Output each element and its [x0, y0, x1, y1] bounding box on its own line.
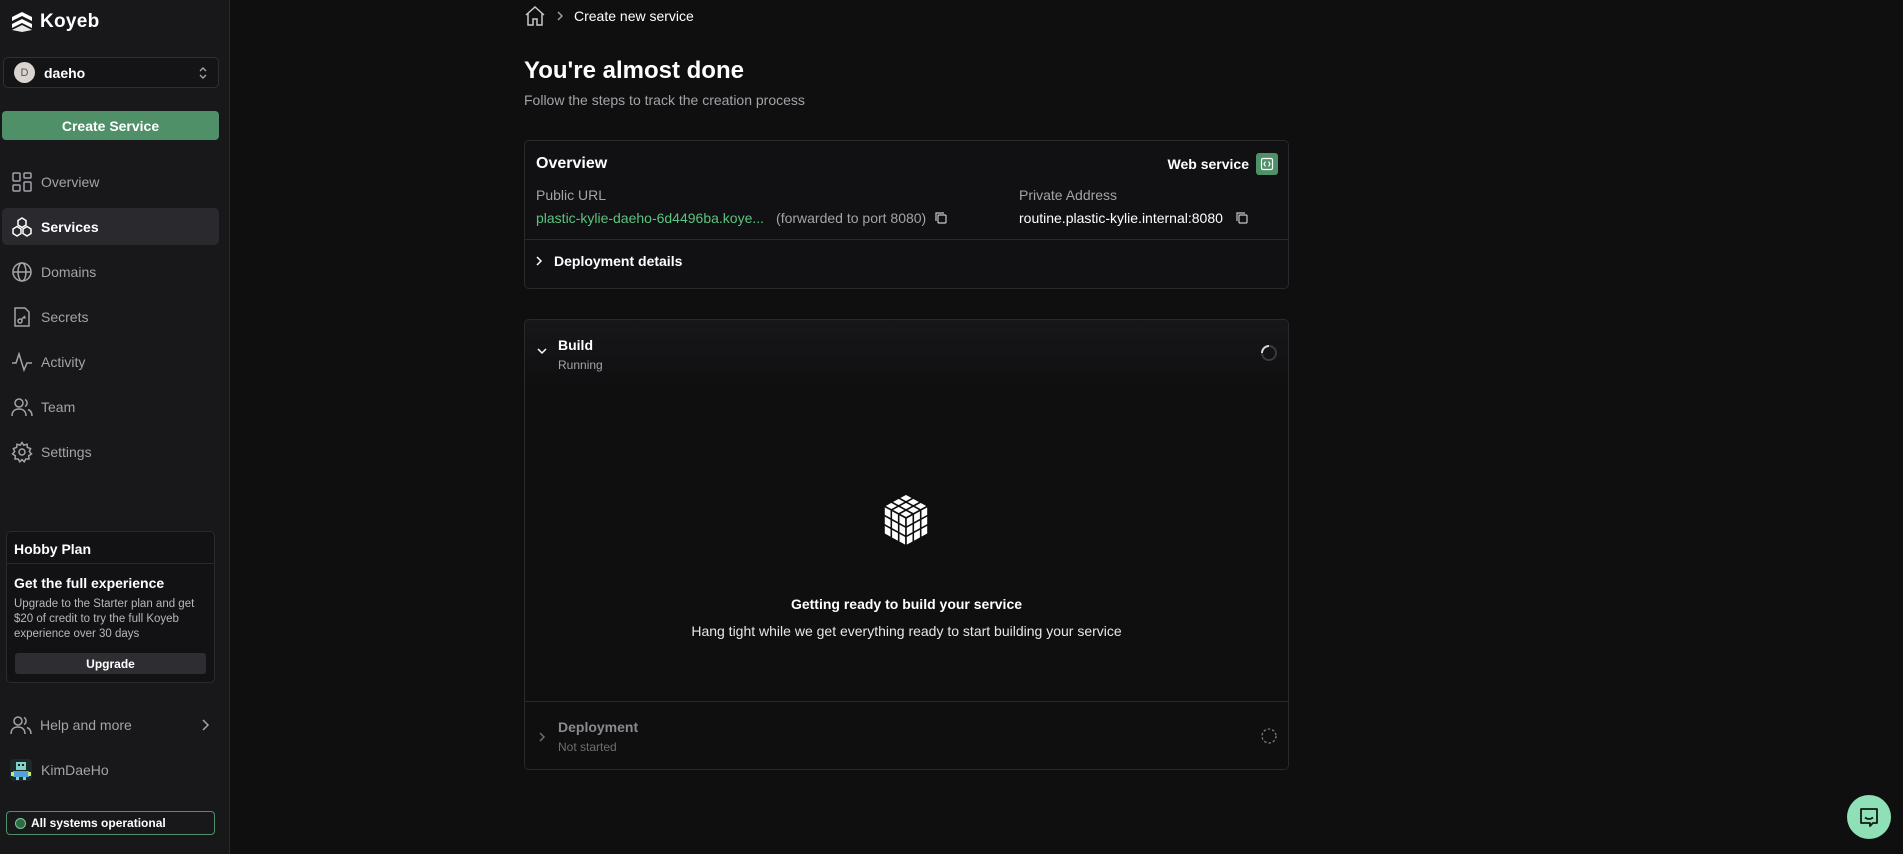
web-service-icon: [1256, 153, 1278, 175]
chevron-up-down-icon: [198, 66, 208, 80]
dashboard-icon: [11, 171, 33, 193]
page-title: You're almost done: [524, 57, 744, 84]
private-address-label: Private Address: [1019, 187, 1118, 203]
deployment-details-toggle[interactable]: Deployment details: [535, 253, 682, 269]
sidebar-nav: Overview Services Domains Secrets Activi…: [2, 163, 219, 478]
chevron-down-icon: [536, 347, 548, 355]
deployment-step-status: Not started: [558, 740, 617, 754]
build-cube-icon: [881, 492, 931, 548]
user-menu[interactable]: KimDaeHo: [10, 759, 109, 781]
overview-card: Overview Web service Public URL plastic-…: [524, 140, 1289, 289]
sidebar-item-overview[interactable]: Overview: [2, 163, 219, 200]
chat-icon: [1858, 806, 1880, 828]
secret-file-icon: [11, 306, 33, 328]
sidebar-item-team[interactable]: Team: [2, 388, 219, 425]
deployment-step-header[interactable]: Deployment Not started: [525, 702, 1288, 769]
build-step-status: Running: [558, 358, 603, 372]
chat-support-button[interactable]: [1847, 795, 1891, 839]
divider: [525, 239, 1288, 240]
chevron-right-icon: [538, 731, 546, 743]
sidebar-item-activity[interactable]: Activity: [2, 343, 219, 380]
user-avatar: [10, 759, 32, 781]
port-forward-note: (forwarded to port 8080): [776, 210, 927, 226]
page-subtitle: Follow the steps to track the creation p…: [524, 92, 805, 108]
public-url-label: Public URL: [536, 187, 607, 203]
plan-title: Get the full experience: [14, 575, 165, 591]
sidebar-item-label: Secrets: [41, 308, 89, 325]
sidebar-item-label: Overview: [41, 173, 100, 190]
globe-icon: [11, 261, 33, 283]
team-icon: [11, 396, 33, 418]
help-label: Help and more: [40, 717, 132, 733]
sidebar: Koyeb D daeho Create Service Overview Se…: [0, 0, 230, 854]
plan-name: Hobby Plan: [7, 532, 214, 564]
create-service-button[interactable]: Create Service: [2, 111, 219, 140]
pending-circle-icon: [1260, 727, 1278, 745]
services-icon: [11, 216, 33, 238]
koyeb-logo-icon: [11, 11, 33, 33]
koyeb-logo[interactable]: Koyeb: [11, 11, 100, 33]
creation-steps: Build Running Getting ready to build you…: [524, 319, 1289, 770]
sidebar-item-label: Settings: [41, 443, 92, 460]
breadcrumb-separator-icon: [556, 10, 564, 22]
loading-spinner-icon: [1260, 344, 1278, 362]
private-address-value: routine.plastic-kylie.internal:8080: [1019, 210, 1223, 226]
public-url-link[interactable]: plastic-kylie-daeho-6d4496ba.koye...: [536, 210, 764, 226]
org-name: daeho: [44, 64, 86, 81]
chevron-right-icon: [535, 255, 543, 267]
help-and-more-menu[interactable]: Help and more: [10, 713, 210, 737]
service-type-label: Web service: [1167, 156, 1249, 172]
home-icon[interactable]: [524, 5, 546, 27]
build-step-title: Build: [558, 337, 593, 353]
status-dot-icon: [15, 817, 26, 829]
private-address-row: routine.plastic-kylie.internal:8080: [1019, 210, 1249, 226]
help-people-icon: [10, 714, 32, 736]
system-status-badge[interactable]: All systems operational: [6, 811, 215, 835]
brand-name: Koyeb: [40, 11, 100, 32]
org-avatar: D: [14, 62, 35, 83]
sidebar-item-domains[interactable]: Domains: [2, 253, 219, 290]
gear-icon: [11, 440, 33, 463]
copy-icon[interactable]: [1235, 211, 1249, 225]
copy-icon[interactable]: [934, 211, 948, 225]
plan-description: Upgrade to the Starter plan and get $20 …: [14, 598, 195, 640]
breadcrumb: Create new service: [524, 5, 694, 27]
build-empty-subtitle: Hang tight while we get everything ready…: [691, 623, 1122, 639]
sidebar-item-services[interactable]: Services: [2, 208, 219, 245]
public-url-row: plastic-kylie-daeho-6d4496ba.koye... (fo…: [536, 210, 948, 226]
build-empty-title: Getting ready to build your service: [790, 596, 1023, 612]
sidebar-item-label: Team: [41, 398, 76, 415]
deployment-details-label: Deployment details: [554, 253, 683, 269]
service-type-badge: Web service: [1168, 153, 1278, 175]
sidebar-item-secrets[interactable]: Secrets: [2, 298, 219, 335]
overview-title: Overview: [536, 155, 608, 172]
breadcrumb-current: Create new service: [574, 8, 694, 24]
activity-icon: [11, 351, 33, 373]
sidebar-item-label: Domains: [41, 263, 97, 280]
user-name: KimDaeHo: [41, 762, 109, 778]
organization-switcher[interactable]: D daeho: [3, 57, 219, 88]
sidebar-item-settings[interactable]: Settings: [2, 433, 219, 470]
status-text: All systems operational: [31, 816, 166, 830]
chevron-right-icon: [200, 718, 210, 732]
plan-card: Hobby Plan Get the full experience Upgra…: [6, 531, 215, 683]
upgrade-button[interactable]: Upgrade: [15, 653, 206, 674]
sidebar-item-label: Activity: [41, 353, 86, 370]
build-step-header[interactable]: Build Running: [525, 320, 1288, 387]
deployment-step-title: Deployment: [558, 719, 639, 735]
sidebar-item-label: Services: [41, 218, 99, 235]
